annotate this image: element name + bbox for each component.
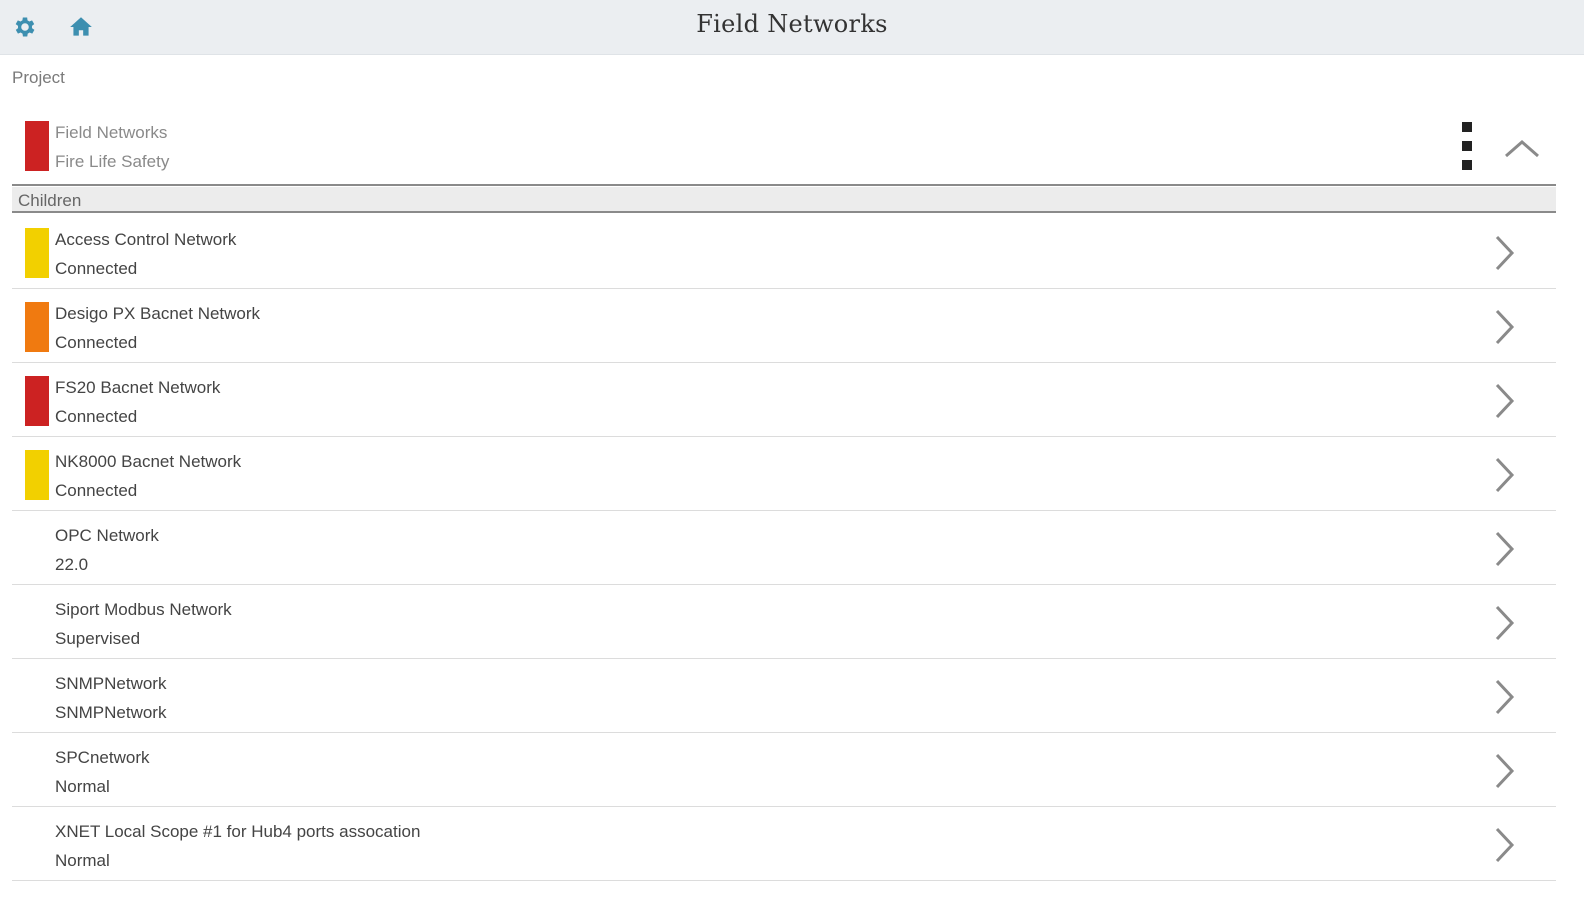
list-item[interactable]: Siport Modbus Network Supervised [12, 585, 1556, 659]
status-color-swatch [25, 450, 49, 500]
item-name: SPCnetwork [55, 748, 150, 767]
item-status: Supervised [55, 629, 141, 648]
item-name: NK8000 Bacnet Network [55, 452, 242, 471]
chevron-right-icon[interactable] [1492, 825, 1516, 865]
chevron-right-icon[interactable] [1492, 455, 1516, 495]
status-color-swatch [25, 376, 49, 426]
section-label: Children [18, 191, 82, 210]
status-color-swatch [25, 228, 49, 278]
chevron-right-icon[interactable] [1492, 603, 1516, 643]
children-list: Access Control Network Connected Desigo … [12, 215, 1556, 881]
kebab-menu-icon[interactable] [1458, 122, 1476, 172]
list-item[interactable]: NK8000 Bacnet Network Connected [12, 437, 1556, 511]
item-name: XNET Local Scope #1 for Hub4 ports assoc… [55, 822, 421, 841]
status-color-swatch [25, 121, 49, 171]
chevron-up-icon [1505, 140, 1539, 158]
list-item[interactable]: SNMPNetwork SNMPNetwork [12, 659, 1556, 733]
item-status: 22.0 [55, 555, 89, 574]
chevron-right-icon[interactable] [1492, 751, 1516, 791]
item-name: Desigo PX Bacnet Network [55, 304, 261, 323]
chevron-right-icon[interactable] [1492, 307, 1516, 347]
chevron-right-icon[interactable] [1492, 381, 1516, 421]
item-name: SNMPNetwork [55, 674, 167, 693]
list-item[interactable]: XNET Local Scope #1 for Hub4 ports assoc… [12, 807, 1556, 881]
chevron-right-icon[interactable] [1492, 529, 1516, 569]
list-item[interactable]: FS20 Bacnet Network Connected [12, 363, 1556, 437]
top-app-bar: Field Networks [0, 0, 1584, 55]
item-name: FS20 Bacnet Network [55, 378, 221, 397]
item-status: Normal [55, 851, 110, 870]
chevron-right-icon[interactable] [1492, 677, 1516, 717]
item-status: SNMPNetwork [55, 703, 167, 722]
children-section-header: Children [12, 187, 1556, 213]
current-node-name: Field Networks [55, 123, 168, 142]
item-status: Connected [55, 481, 138, 500]
list-item[interactable]: Access Control Network Connected [12, 215, 1556, 289]
item-status: Normal [55, 777, 110, 796]
current-node-status: Fire Life Safety [55, 152, 170, 171]
list-item[interactable]: OPC Network 22.0 [12, 511, 1556, 585]
list-item[interactable]: Desigo PX Bacnet Network Connected [12, 289, 1556, 363]
current-node-header: Field Networks Fire Life Safety [12, 112, 1556, 186]
page-title: Field Networks [696, 10, 888, 38]
chevron-right-icon[interactable] [1492, 233, 1516, 273]
list-item[interactable]: SPCnetwork Normal [12, 733, 1556, 807]
item-status: Connected [55, 333, 138, 352]
collapse-button[interactable] [1502, 132, 1542, 162]
item-name: Siport Modbus Network [55, 600, 232, 619]
breadcrumb[interactable]: Project [12, 68, 65, 88]
status-color-swatch [25, 302, 49, 352]
item-name: Access Control Network [55, 230, 237, 249]
item-status: Connected [55, 407, 138, 426]
item-status: Connected [55, 259, 138, 278]
item-name: OPC Network [55, 526, 159, 545]
